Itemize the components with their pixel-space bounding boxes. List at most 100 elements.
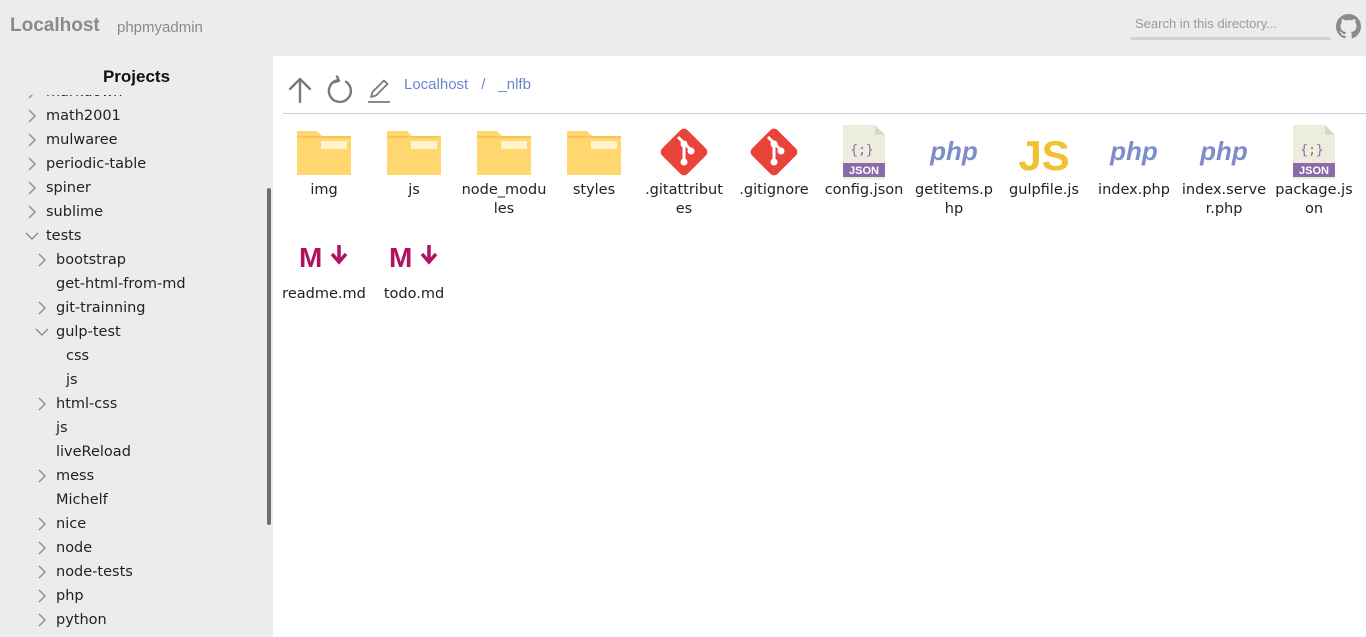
file-item[interactable]: js [371,123,457,200]
file-item[interactable]: php getitems.php [911,123,997,219]
tree-item[interactable]: python [34,608,107,632]
file-item[interactable]: {;} JSON config.json [821,123,907,200]
folder-icon [384,123,444,181]
breadcrumb-item-localhost[interactable]: Localhost [404,76,468,93]
git-icon [654,123,714,181]
brand-title[interactable]: Localhost [10,15,100,37]
file-item[interactable]: php index.server.php [1181,123,1267,219]
chevron-right-icon[interactable] [24,180,40,196]
file-item[interactable]: php index.php [1091,123,1177,200]
breadcrumb-item-current[interactable]: _nlfb [498,76,531,93]
file-item[interactable]: .gitignore [731,123,817,200]
folder-icon [294,123,354,181]
svg-text:JS: JS [1018,132,1069,176]
search-input[interactable] [1131,10,1331,40]
file-name: index.php [1098,182,1170,198]
tree-item[interactable]: js [34,416,68,440]
svg-text:php: php [1199,136,1248,166]
file-name: .gitignore [739,182,809,198]
tree-item[interactable]: node-tests [34,560,133,584]
tree-item-label: liveReload [56,444,131,460]
file-item[interactable]: img [281,123,367,200]
chevron-right-icon[interactable] [34,588,50,604]
tree-item-label: tests [46,228,82,244]
json-file-icon: {;} JSON [834,123,894,181]
js-file-icon: JS [1014,123,1074,181]
tree-item[interactable]: html-css [34,392,117,416]
pencil-icon[interactable] [365,75,395,105]
tree-item-label: nice [56,516,87,532]
tree-item[interactable]: Michelf [34,488,108,512]
file-item[interactable]: Mreadme.md [281,227,367,304]
sidebar-title: Projects [102,67,171,86]
tree-item[interactable]: gulp-test [34,320,121,344]
svg-text:{;}: {;} [850,143,873,158]
folder-icon [474,123,534,181]
file-item[interactable]: Mtodo.md [371,227,457,304]
php-file-icon: php [924,123,984,181]
chevron-right-icon[interactable] [34,396,50,412]
tree-item-label: math2001 [46,108,121,124]
tree-item[interactable]: get-html-from-md [34,272,186,296]
tree-item-label: node [56,540,93,556]
file-item[interactable]: {;} JSON package.json [1271,123,1357,219]
tree-item[interactable]: liveReload [34,440,131,464]
file-item[interactable]: node_modules [461,123,547,219]
chevron-right-icon[interactable] [34,564,50,580]
tree-item-label: git-trainning [56,300,146,316]
file-name: getitems.php [915,182,993,217]
tree-item[interactable]: periodic-table [24,152,146,176]
chevron-right-icon[interactable] [34,516,50,532]
tree-item-label: spiner [46,180,91,196]
file-name: node_modules [461,182,547,217]
phpmyadmin-link[interactable]: phpmyadmin [117,19,203,36]
tree-item-label: get-html-from-md [56,276,186,292]
file-name: js [408,182,420,198]
tree-item[interactable]: spiner [24,176,91,200]
arrow-up-icon[interactable] [285,75,315,105]
tree-item-label: css [66,348,90,364]
markdown-icon: M [294,227,354,285]
top-bar: Localhost phpmyadmin [0,0,1366,56]
tree-item[interactable]: php [34,584,84,608]
chevron-right-icon[interactable] [34,540,50,556]
svg-text:{;}: {;} [1300,143,1323,158]
tree-item[interactable]: node [34,536,92,560]
file-item[interactable]: styles [551,123,637,200]
tree-item-label: node-tests [56,564,133,580]
sidebar-scrollbar[interactable] [267,188,271,525]
chevron-right-icon[interactable] [34,300,50,316]
tree-item[interactable]: css [44,344,89,368]
tree-item-label: mess [56,468,95,484]
chevron-right-icon[interactable] [34,252,50,268]
chevron-down-icon[interactable] [24,228,40,244]
tree-item-label: sublime [46,204,104,220]
tree-item-label: js [56,420,68,436]
tree-item[interactable]: mess [34,464,94,488]
tree-item[interactable]: sublime [24,200,103,224]
tree-item[interactable]: tests [24,224,81,248]
tree-item[interactable]: nice [34,512,86,536]
tree-item-label: gulp-test [56,324,121,340]
chevron-right-icon[interactable] [34,612,50,628]
tree-item[interactable]: bootstrap [34,248,126,272]
chevron-down-icon[interactable] [34,324,50,340]
php-file-icon: php [1104,123,1164,181]
folder-icon [564,123,624,181]
tree-item[interactable]: git-trainning [34,296,146,320]
chevron-right-icon[interactable] [24,132,40,148]
chevron-right-icon[interactable] [24,108,40,124]
tree-item[interactable]: math2001 [24,104,121,128]
chevron-right-icon[interactable] [24,204,40,220]
file-item[interactable]: JS gulpfile.js [1001,123,1087,200]
tree-item[interactable]: js [44,368,78,392]
github-icon[interactable] [1336,14,1361,39]
refresh-icon[interactable] [325,75,355,105]
file-item[interactable]: .gitattributes [641,123,727,219]
chevron-right-icon[interactable] [34,468,50,484]
file-name: img [310,182,338,198]
tree-item[interactable]: mulwaree [24,128,118,152]
chevron-right-icon[interactable] [24,156,40,172]
svg-text:M: M [299,242,322,273]
file-name: index.server.php [1181,182,1267,217]
